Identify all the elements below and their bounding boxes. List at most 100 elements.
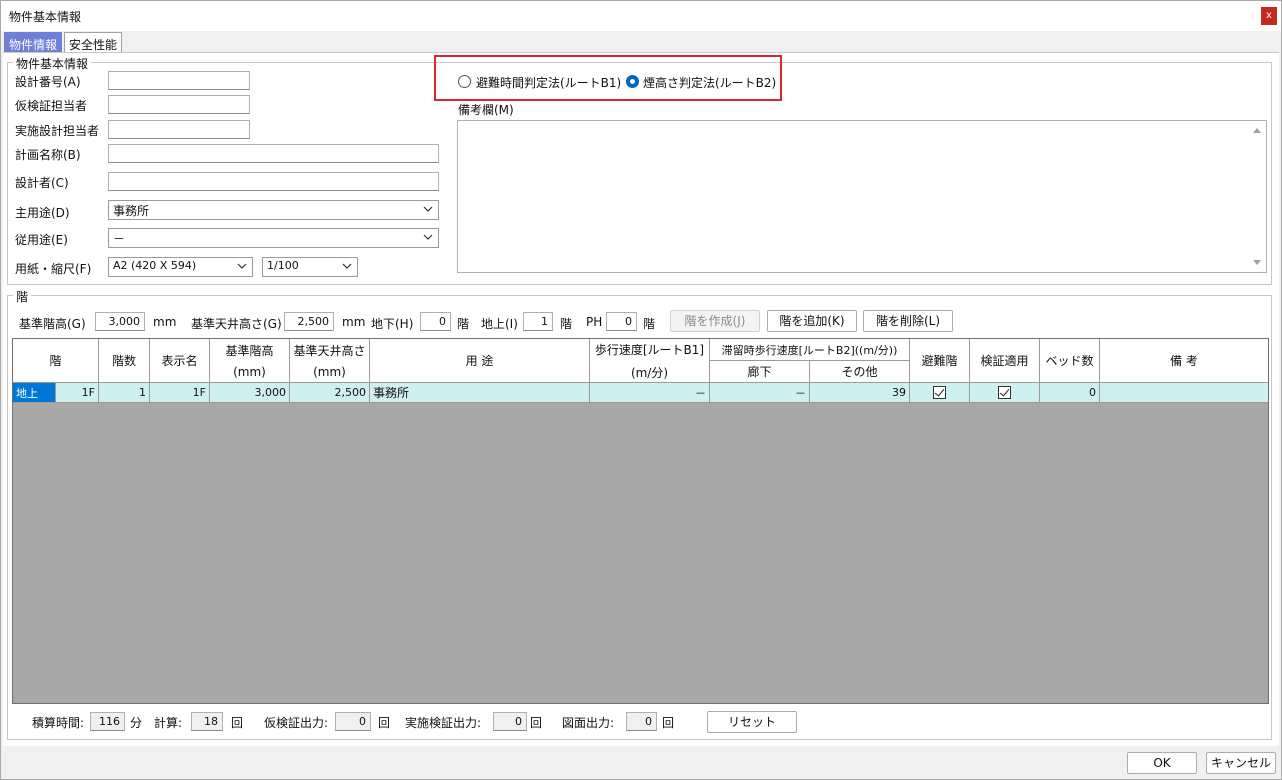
cell-note[interactable] (1100, 383, 1268, 402)
reset-button[interactable]: リセット (707, 711, 797, 733)
remarks-textarea[interactable] (457, 120, 1267, 273)
cell-std-height[interactable]: 3,000 (210, 383, 290, 402)
tab-property-info[interactable]: 物件情報 (4, 32, 63, 52)
ph-label: PH (586, 315, 603, 329)
scroll-up-icon[interactable] (1252, 126, 1262, 134)
close-button[interactable]: x (1261, 7, 1277, 25)
temp-output-label: 仮検証出力: (264, 716, 329, 730)
table-row[interactable]: 地上 1F 1 1F 3,000 2,500 事務所 － － 39 0 (13, 383, 1268, 403)
above-label: 地上(I) (481, 317, 518, 331)
cell-walk-speed[interactable]: － (590, 383, 710, 402)
main-use-label: 主用途(D) (15, 206, 70, 220)
header-other: その他 (810, 361, 910, 383)
header-corridor: 廊下 (710, 361, 810, 383)
route-b1-label[interactable]: 避難時間判定法(ルートB1) (476, 74, 621, 91)
chevron-down-icon (423, 206, 433, 212)
std-ceiling-label: 基準天井高さ(G) (191, 317, 282, 331)
paper-size-select[interactable]: A2 (420 X 594) (108, 257, 253, 277)
calc-time-unit: 分 (130, 716, 143, 730)
design-no-field[interactable] (108, 71, 250, 90)
cell-corridor[interactable]: － (710, 383, 810, 402)
route-b2-label[interactable]: 煙高さ判定法(ルートB2) (643, 74, 776, 91)
ok-button[interactable]: OK (1127, 752, 1197, 774)
scroll-down-icon[interactable] (1252, 259, 1262, 267)
cell-other[interactable]: 39 (810, 383, 910, 402)
exec-output-label: 実施検証出力: (405, 716, 482, 730)
exec-design-field[interactable] (108, 120, 250, 139)
header-ceiling-label: 基準天井高さ (293, 344, 366, 358)
cell-ceiling[interactable]: 2,500 (290, 383, 370, 402)
cell-count[interactable]: 1 (99, 383, 150, 402)
drawing-output-label: 図面出力: (562, 716, 615, 730)
cancel-button[interactable]: キャンセル (1206, 752, 1276, 774)
header-note: 備 考 (1100, 339, 1268, 383)
exec-output-field: 0 (493, 712, 527, 731)
header-ceiling: 基準天井高さ (mm) (290, 339, 370, 383)
temp-check-label: 仮検証担当者 (15, 99, 88, 113)
header-floor: 階 (13, 339, 99, 383)
chevron-down-icon (237, 263, 247, 269)
cell-display[interactable]: 1F (150, 383, 210, 402)
header-stay-speed: 滞留時歩行速度[ルートB2]((m/分)) (710, 339, 910, 361)
cell-floor[interactable]: 1F (56, 383, 99, 402)
sub-use-label: 従用途(E) (15, 233, 68, 247)
header-apply: 検証適用 (970, 339, 1040, 383)
std-ceiling-unit: mm (342, 315, 366, 329)
header-walk-speed: 歩行速度[ルートB1] (m/分) (590, 339, 710, 383)
header-std-height-label: 基準階高 (225, 344, 274, 358)
cell-refuge[interactable] (910, 383, 970, 402)
plan-name-field[interactable] (108, 144, 439, 163)
cell-use[interactable]: 事務所 (370, 383, 590, 402)
calc-time-label: 積算時間: (32, 716, 85, 730)
paper-size-value: A2 (420 X 594) (113, 259, 197, 272)
remarks-scrollbar[interactable] (1249, 121, 1266, 272)
exec-design-label: 実施設計担当者 (15, 124, 100, 138)
calc-label: 計算: (154, 716, 183, 730)
above-field[interactable]: 1 (523, 312, 553, 331)
header-std-height-unit: (mm) (233, 365, 266, 379)
remarks-label: 備考欄(M) (458, 103, 514, 117)
temp-output-field: 0 (335, 712, 371, 731)
sub-use-value: － (113, 232, 126, 246)
add-floor-button[interactable]: 階を追加(K) (767, 310, 857, 332)
header-count: 階数 (99, 339, 150, 383)
header-walk-speed-label: 歩行速度[ルートB1] (594, 342, 705, 357)
std-ceiling-field[interactable]: 2,500 (284, 312, 334, 331)
exec-output-unit: 回 (530, 716, 543, 730)
drawing-output-field: 0 (626, 712, 657, 731)
std-height-field[interactable]: 3,000 (95, 312, 145, 331)
ph-field[interactable]: 0 (606, 312, 637, 331)
header-walk-speed-unit: (m/分) (630, 365, 669, 380)
calc-time-field: 116 (90, 712, 125, 731)
basement-field[interactable]: 0 (420, 312, 451, 331)
designer-label: 設計者(C) (15, 176, 69, 190)
scale-select[interactable]: 1/100 (262, 257, 358, 277)
cell-apply[interactable] (970, 383, 1040, 402)
sub-use-select[interactable]: － (108, 228, 439, 248)
above-unit: 階 (560, 317, 573, 331)
plan-name-label: 計画名称(B) (15, 148, 81, 162)
main-use-select[interactable]: 事務所 (108, 200, 439, 220)
cell-beds[interactable]: 0 (1040, 383, 1100, 402)
floors-table: 階 階数 表示名 基準階高 (mm) 基準天井高さ (mm) 用 途 歩行速度[… (12, 338, 1269, 704)
delete-floor-button[interactable]: 階を削除(L) (863, 310, 953, 332)
apply-checkbox[interactable] (998, 386, 1011, 399)
designer-field[interactable] (108, 172, 439, 191)
scale-value: 1/100 (267, 259, 299, 272)
chevron-down-icon (423, 234, 433, 240)
temp-output-unit: 回 (378, 716, 391, 730)
basement-label: 地下(H) (371, 317, 414, 331)
temp-check-field[interactable] (108, 95, 250, 114)
ph-unit: 階 (643, 317, 656, 331)
tab-safety-performance[interactable]: 安全性能 (64, 32, 123, 52)
main-use-value: 事務所 (113, 204, 150, 218)
create-floors-button[interactable]: 階を作成(J) (670, 310, 760, 332)
route-b2-radio[interactable] (626, 75, 639, 88)
calc-unit: 回 (231, 716, 244, 730)
basement-unit: 階 (457, 317, 470, 331)
route-b1-radio[interactable] (458, 75, 471, 88)
header-beds: ベッド数 (1040, 339, 1100, 383)
title-bar (1, 1, 1281, 31)
cell-floor-type[interactable]: 地上 (13, 383, 56, 402)
refuge-checkbox[interactable] (933, 386, 946, 399)
